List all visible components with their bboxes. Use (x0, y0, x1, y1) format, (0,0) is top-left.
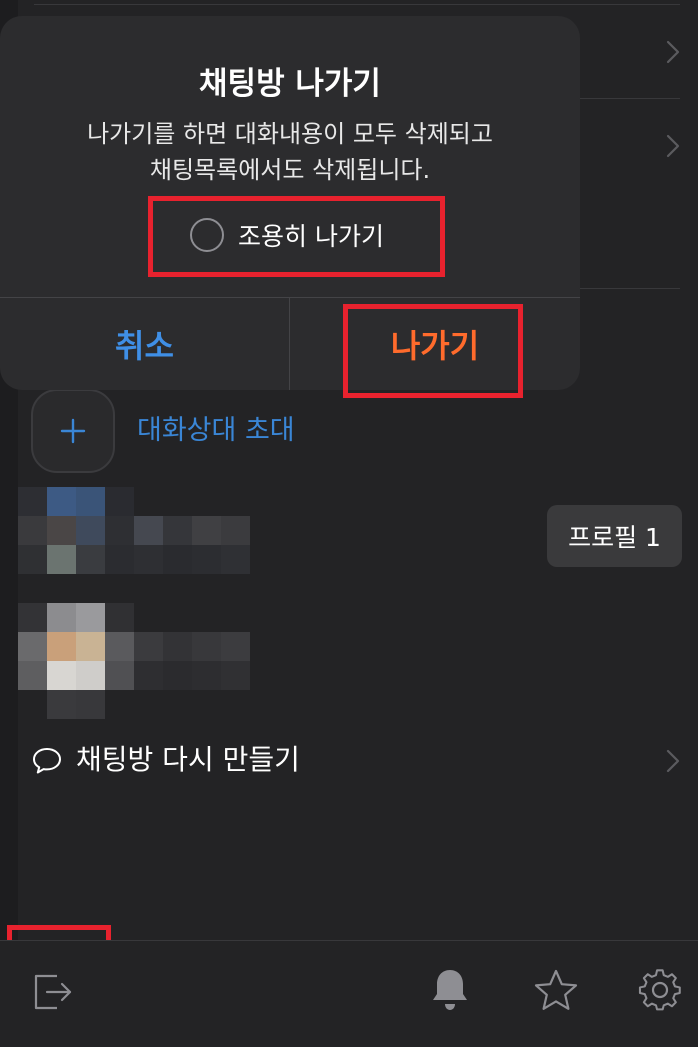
plus-icon (60, 418, 86, 444)
chevron-right-icon (665, 748, 681, 774)
recreate-chat-label: 채팅방 다시 만들기 (76, 743, 300, 776)
chat-bubble-icon (33, 748, 61, 774)
highlight-box-quiet-leave (148, 196, 445, 277)
dialog-title: 채팅방 나가기 (199, 66, 381, 102)
star-icon[interactable] (533, 968, 579, 1012)
member-row[interactable] (18, 603, 258, 719)
bell-icon[interactable] (430, 967, 470, 1013)
chat-room-drawer: 대화상대 초대 프로필 1 채팅방 다시 만들기 채팅방 나가기 나가기를 하면… (0, 0, 698, 1047)
recreate-chat-row[interactable]: 채팅방 다시 만들기 (0, 730, 698, 792)
cancel-button[interactable]: 취소 (0, 298, 289, 390)
chevron-right-icon[interactable] (665, 133, 681, 159)
divider (580, 98, 680, 99)
gear-icon[interactable] (638, 968, 682, 1012)
bottom-toolbar (0, 940, 698, 1047)
highlight-box-leave-button (343, 304, 523, 398)
invite-label[interactable]: 대화상대 초대 (137, 412, 295, 450)
exit-icon[interactable] (31, 971, 73, 1013)
member-row[interactable] (18, 487, 258, 575)
profile-badge[interactable]: 프로필 1 (547, 505, 682, 567)
chevron-right-icon[interactable] (665, 39, 681, 65)
divider (580, 288, 680, 289)
invite-button[interactable] (31, 389, 115, 473)
dialog-message-line: 채팅목록에서도 삭제됩니다. (149, 156, 431, 184)
dialog-message-line: 나가기를 하면 대화내용이 모두 삭제되고 (87, 120, 493, 148)
dialog-message: 나가기를 하면 대화내용이 모두 삭제되고 채팅목록에서도 삭제됩니다. (0, 116, 580, 188)
divider (34, 4, 680, 5)
